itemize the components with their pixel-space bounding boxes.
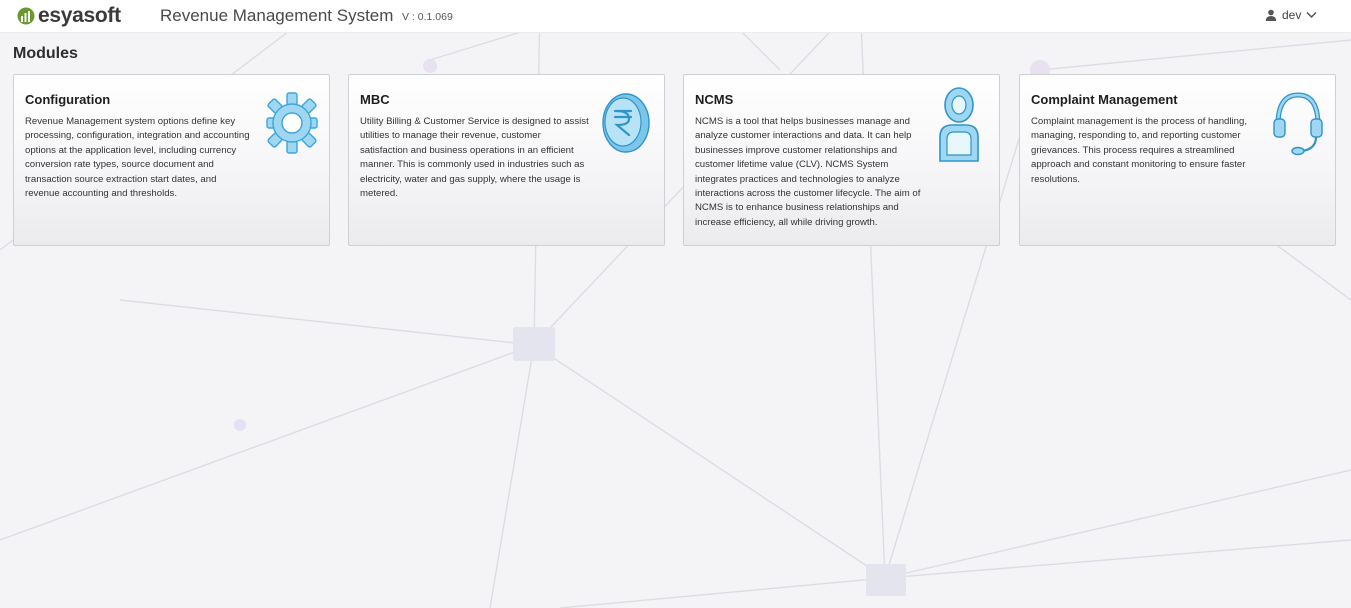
module-card-configuration[interactable]: Configuration Revenue Management system … [13, 74, 330, 246]
module-description: Utility Billing & Customer Service is de… [360, 116, 589, 200]
module-title: Configuration [25, 92, 111, 107]
user-icon [1265, 9, 1277, 21]
gear-icon [266, 92, 318, 154]
module-card-complaint-management[interactable]: Complaint Management Complaint managemen… [1019, 74, 1336, 246]
module-description: NCMS is a tool that helps businesses man… [695, 116, 921, 228]
module-description: Revenue Management system options define… [25, 116, 250, 200]
person-icon [939, 87, 979, 162]
top-navigation-bar: esyasoft Revenue Management System V : 0… [0, 0, 1351, 33]
module-description: Complaint management is the process of h… [1031, 116, 1247, 185]
module-card-mbc[interactable]: MBC Utility Billing & Customer Service i… [348, 74, 665, 246]
module-title: Complaint Management [1031, 92, 1178, 107]
page-title: Modules [13, 45, 78, 62]
module-title: NCMS [695, 92, 734, 107]
logo-text: esyasoft [38, 4, 121, 27]
app-version: V : 0.1.069 [402, 11, 453, 23]
headset-icon [1273, 92, 1323, 156]
brand-logo[interactable]: esyasoft [17, 4, 121, 27]
app-title: Revenue Management System [160, 6, 394, 25]
module-card-ncms[interactable]: NCMS NCMS is a tool that helps businesse… [683, 74, 1000, 246]
chevron-down-icon [1306, 11, 1317, 19]
module-title: MBC [360, 92, 390, 107]
rupee-coin-icon [602, 93, 650, 153]
logo-icon [17, 7, 35, 25]
user-menu[interactable]: dev [1265, 8, 1317, 22]
user-name: dev [1282, 8, 1302, 22]
